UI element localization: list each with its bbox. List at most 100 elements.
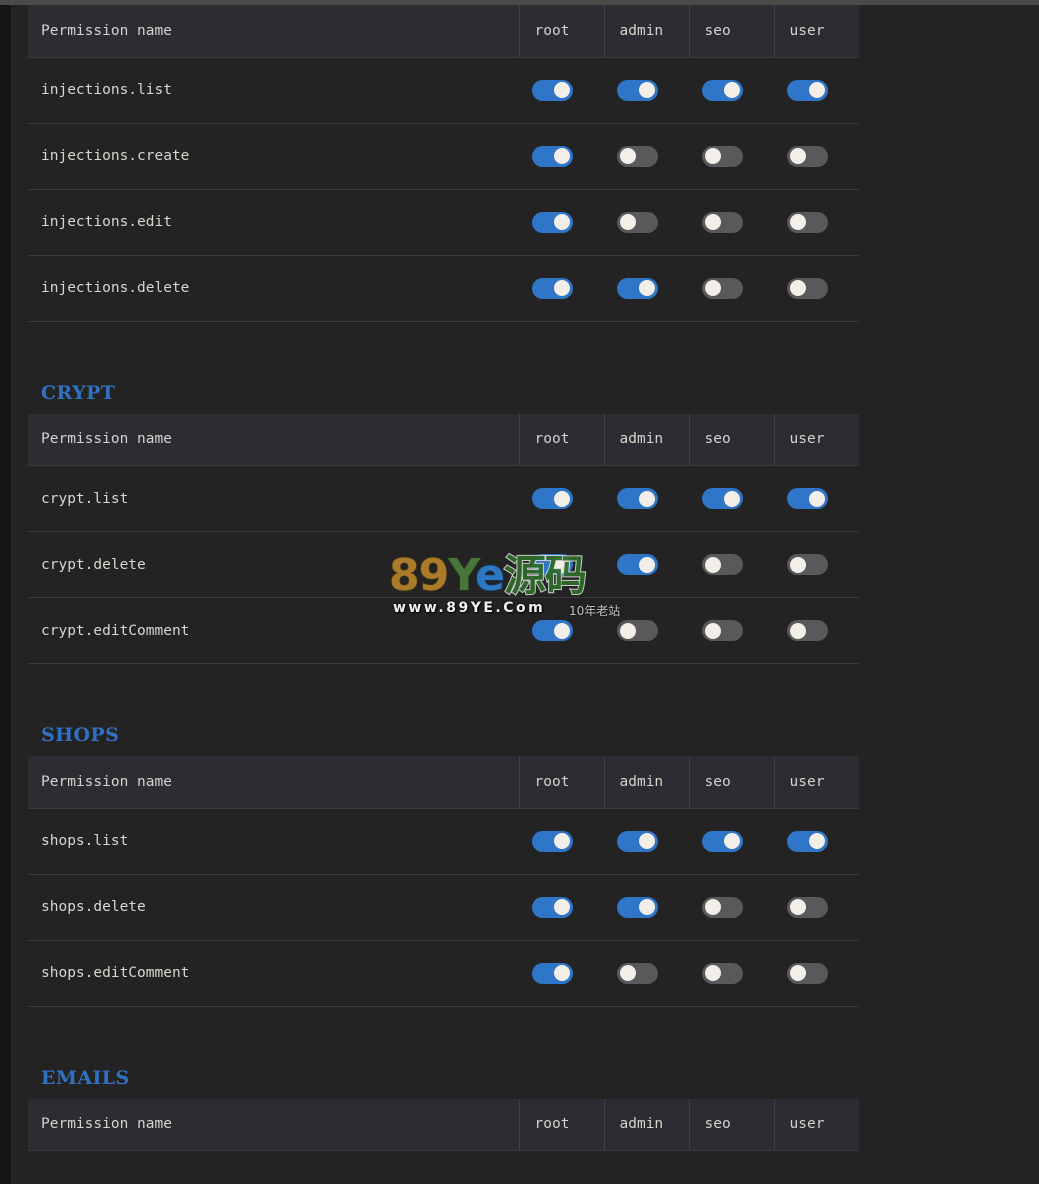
toggle-knob xyxy=(554,280,570,296)
permissions-table: Permission name root admin seo user xyxy=(28,1098,859,1151)
permission-toggle-cell-root xyxy=(519,465,604,532)
toggle-switch-user[interactable] xyxy=(787,962,828,984)
permission-toggle-cell-seo xyxy=(689,465,774,532)
permission-toggle-cell-admin xyxy=(604,597,689,664)
permission-toggle-cell-user xyxy=(774,57,859,124)
toggle-switch-user[interactable] xyxy=(787,620,828,641)
toggle-knob xyxy=(639,556,655,573)
toggle-knob xyxy=(639,899,655,915)
section-title: CRYPT xyxy=(41,381,116,404)
section-title: EMAILS xyxy=(41,1066,130,1089)
toggle-switch-user[interactable] xyxy=(787,79,828,101)
toggle-switch-seo[interactable] xyxy=(702,277,743,299)
permission-name-cell: crypt.delete xyxy=(28,531,519,598)
column-header-root: root xyxy=(518,5,604,58)
permission-toggle-cell-user xyxy=(774,874,859,941)
permission-name-cell: injections.delete xyxy=(28,255,519,322)
toggle-switch-seo[interactable] xyxy=(702,145,743,167)
permission-section: CRYPT Permission name root admin seo user cryp… xyxy=(28,381,859,664)
toggle-knob xyxy=(705,556,721,573)
toggle-knob xyxy=(639,82,655,98)
toggle-switch-root[interactable] xyxy=(532,554,573,575)
toggle-switch-root[interactable] xyxy=(532,211,573,233)
toggle-switch-seo[interactable] xyxy=(702,830,743,852)
toggle-knob xyxy=(554,622,570,639)
table-header-row: Permission name root admin seo user xyxy=(28,5,859,58)
permission-toggle-cell-admin xyxy=(604,531,689,598)
toggle-switch-admin[interactable] xyxy=(617,962,658,984)
toggle-switch-seo[interactable] xyxy=(702,896,743,918)
toggle-switch-root[interactable] xyxy=(532,830,573,852)
toggle-switch-user[interactable] xyxy=(787,488,828,509)
toggle-switch-root[interactable] xyxy=(532,79,573,101)
toggle-switch-admin[interactable] xyxy=(617,554,658,575)
permission-toggle-cell-seo xyxy=(689,808,774,875)
toggle-switch-seo[interactable] xyxy=(702,488,743,509)
permission-toggle-cell-seo xyxy=(689,123,774,190)
column-header-root: root xyxy=(518,413,604,466)
toggle-switch-seo[interactable] xyxy=(702,962,743,984)
column-header-user: user xyxy=(773,5,859,58)
permission-toggle-cell-root xyxy=(519,57,604,124)
permission-name-cell: injections.edit xyxy=(28,189,519,256)
permissions-table: Permission name root admin seo user injection… xyxy=(28,5,859,322)
toggle-knob xyxy=(554,214,570,230)
toggle-knob xyxy=(790,148,806,164)
permission-section: EMAILS Permission name root admin seo user xyxy=(28,1066,859,1151)
toggle-switch-root[interactable] xyxy=(532,962,573,984)
toggle-knob xyxy=(790,622,806,639)
toggle-switch-admin[interactable] xyxy=(617,620,658,641)
toggle-knob xyxy=(554,833,570,849)
toggle-switch-root[interactable] xyxy=(532,145,573,167)
toggle-knob xyxy=(705,214,721,230)
column-header-admin: admin xyxy=(603,413,689,466)
toggle-switch-user[interactable] xyxy=(787,277,828,299)
toggle-switch-user[interactable] xyxy=(787,896,828,918)
toggle-knob xyxy=(790,214,806,230)
toggle-switch-admin[interactable] xyxy=(617,896,658,918)
toggle-knob xyxy=(705,148,721,164)
toggle-knob xyxy=(554,965,570,981)
table-header-row: Permission name root admin seo user xyxy=(28,1098,859,1151)
toggle-switch-seo[interactable] xyxy=(702,554,743,575)
toggle-switch-admin[interactable] xyxy=(617,211,658,233)
toggle-switch-admin[interactable] xyxy=(617,488,658,509)
table-row: shops.list xyxy=(28,808,859,875)
toggle-switch-admin[interactable] xyxy=(617,79,658,101)
table-row: crypt.delete xyxy=(28,531,859,598)
toggle-switch-user[interactable] xyxy=(787,554,828,575)
toggle-switch-seo[interactable] xyxy=(702,620,743,641)
toggle-switch-user[interactable] xyxy=(787,145,828,167)
toggle-switch-root[interactable] xyxy=(532,896,573,918)
toggle-switch-seo[interactable] xyxy=(702,211,743,233)
toggle-switch-root[interactable] xyxy=(532,620,573,641)
table-row: crypt.editComment xyxy=(28,597,859,664)
permission-toggle-cell-user xyxy=(774,123,859,190)
permission-toggle-cell-user xyxy=(774,808,859,875)
toggle-switch-admin[interactable] xyxy=(617,145,658,167)
toggle-knob xyxy=(554,556,570,573)
toggle-knob xyxy=(639,280,655,296)
toggle-switch-user[interactable] xyxy=(787,830,828,852)
toggle-switch-admin[interactable] xyxy=(617,830,658,852)
toggle-knob xyxy=(554,148,570,164)
permission-toggle-cell-root xyxy=(519,189,604,256)
toggle-switch-root[interactable] xyxy=(532,277,573,299)
toggle-switch-admin[interactable] xyxy=(617,277,658,299)
permission-toggle-cell-user xyxy=(774,531,859,598)
toggle-switch-seo[interactable] xyxy=(702,79,743,101)
toggle-switch-root[interactable] xyxy=(532,488,573,509)
permission-name-cell: injections.create xyxy=(28,123,519,190)
column-header-permission-name: Permission name xyxy=(28,413,519,466)
toggle-knob xyxy=(620,148,636,164)
toggle-knob xyxy=(639,490,655,507)
toggle-knob xyxy=(554,490,570,507)
permission-section: Permission name root admin seo user injection… xyxy=(28,5,859,322)
column-header-permission-name: Permission name xyxy=(28,756,519,809)
table-row: injections.edit xyxy=(28,189,859,256)
permissions-table: Permission name root admin seo user crypt.lis… xyxy=(28,413,859,664)
permission-toggle-cell-root xyxy=(519,123,604,190)
toggle-switch-user[interactable] xyxy=(787,211,828,233)
